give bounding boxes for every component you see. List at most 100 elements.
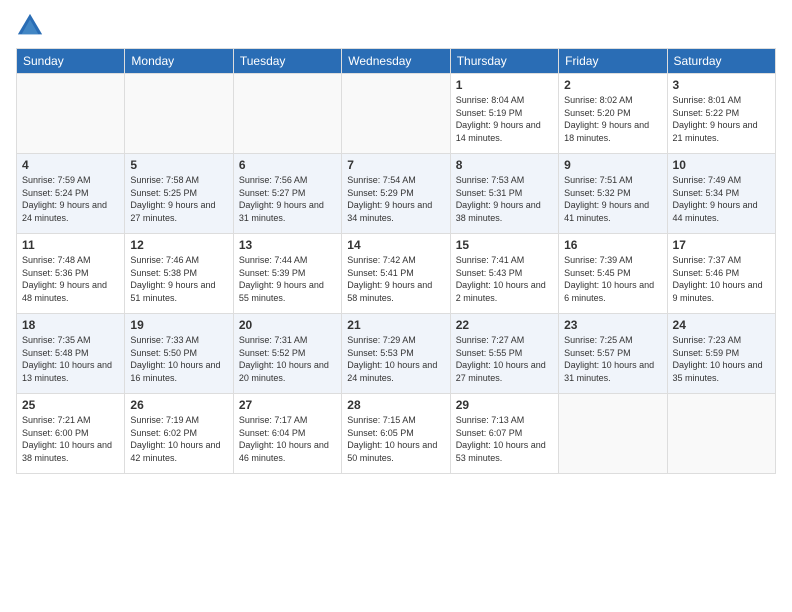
- calendar-cell: 7Sunrise: 7:54 AMSunset: 5:29 PMDaylight…: [342, 154, 450, 234]
- weekday-header: Thursday: [450, 49, 558, 74]
- calendar-cell: 6 Sunrise: 7:56 AMSunset: 5:27 PMDaylight…: [233, 154, 341, 234]
- day-number: 18: [22, 318, 119, 332]
- calendar-cell: 9 Sunrise: 7:51 AMSunset: 5:32 PMDaylight…: [559, 154, 667, 234]
- day-info: Sunrise: 7:41 AMSunset: 5:43 PMDaylight:…: [456, 254, 553, 304]
- calendar-cell: 1 Sunrise: 8:04 AMSunset: 5:19 PMDaylight…: [450, 74, 558, 154]
- weekday-header-row: SundayMondayTuesdayWednesdayThursdayFrid…: [17, 49, 776, 74]
- calendar-cell: 29 Sunrise: 7:13 AMSunset: 6:07 PMDayligh…: [450, 394, 558, 474]
- calendar-cell: [125, 74, 233, 154]
- day-number: 4: [22, 158, 119, 172]
- weekday-header: Monday: [125, 49, 233, 74]
- day-info: Sunrise: 7:42 AMSunset: 5:41 PMDaylight:…: [347, 254, 444, 304]
- day-info: Sunrise: 7:46 AMSunset: 5:38 PMDaylight:…: [130, 254, 227, 304]
- calendar-cell: 20 Sunrise: 7:31 AMSunset: 5:52 PMDayligh…: [233, 314, 341, 394]
- day-number: 17: [673, 238, 770, 252]
- calendar: SundayMondayTuesdayWednesdayThursdayFrid…: [16, 48, 776, 474]
- calendar-cell: 12 Sunrise: 7:46 AMSunset: 5:38 PMDayligh…: [125, 234, 233, 314]
- day-info: Sunrise: 7:53 AMSunset: 5:31 PMDaylight:…: [456, 174, 553, 224]
- day-number: 11: [22, 238, 119, 252]
- day-number: 24: [673, 318, 770, 332]
- day-number: 21: [347, 318, 444, 332]
- day-info: Sunrise: 7:35 AMSunset: 5:48 PMDaylight:…: [22, 334, 119, 384]
- day-info: Sunrise: 7:17 AMSunset: 6:04 PMDaylight:…: [239, 414, 336, 464]
- day-info: Sunrise: 7:39 AMSunset: 5:45 PMDaylight:…: [564, 254, 661, 304]
- day-number: 25: [22, 398, 119, 412]
- calendar-cell: 2 Sunrise: 8:02 AMSunset: 5:20 PMDaylight…: [559, 74, 667, 154]
- calendar-cell: [342, 74, 450, 154]
- calendar-cell: [559, 394, 667, 474]
- weekday-header: Friday: [559, 49, 667, 74]
- day-info: Sunrise: 7:25 AMSunset: 5:57 PMDaylight:…: [564, 334, 661, 384]
- weekday-header: Wednesday: [342, 49, 450, 74]
- day-number: 15: [456, 238, 553, 252]
- day-number: 9: [564, 158, 661, 172]
- calendar-cell: 26 Sunrise: 7:19 AMSunset: 6:02 PMDayligh…: [125, 394, 233, 474]
- weekday-header: Sunday: [17, 49, 125, 74]
- day-number: 27: [239, 398, 336, 412]
- weekday-header: Tuesday: [233, 49, 341, 74]
- calendar-week-row: 18 Sunrise: 7:35 AMSunset: 5:48 PMDayligh…: [17, 314, 776, 394]
- calendar-cell: 27 Sunrise: 7:17 AMSunset: 6:04 PMDayligh…: [233, 394, 341, 474]
- logo: [16, 12, 48, 40]
- day-info: Sunrise: 8:01 AMSunset: 5:22 PMDaylight:…: [673, 94, 770, 144]
- header: [16, 12, 776, 40]
- calendar-week-row: 11Sunrise: 7:48 AMSunset: 5:36 PMDayligh…: [17, 234, 776, 314]
- calendar-week-row: 4Sunrise: 7:59 AMSunset: 5:24 PMDaylight…: [17, 154, 776, 234]
- day-info: Sunrise: 7:58 AMSunset: 5:25 PMDaylight:…: [130, 174, 227, 224]
- calendar-cell: 8 Sunrise: 7:53 AMSunset: 5:31 PMDaylight…: [450, 154, 558, 234]
- day-info: Sunrise: 7:31 AMSunset: 5:52 PMDaylight:…: [239, 334, 336, 384]
- calendar-week-row: 1 Sunrise: 8:04 AMSunset: 5:19 PMDaylight…: [17, 74, 776, 154]
- day-info: Sunrise: 7:21 AMSunset: 6:00 PMDaylight:…: [22, 414, 119, 464]
- day-info: Sunrise: 7:23 AMSunset: 5:59 PMDaylight:…: [673, 334, 770, 384]
- day-info: Sunrise: 7:27 AMSunset: 5:55 PMDaylight:…: [456, 334, 553, 384]
- calendar-cell: 25 Sunrise: 7:21 AMSunset: 6:00 PMDayligh…: [17, 394, 125, 474]
- calendar-cell: 15 Sunrise: 7:41 AMSunset: 5:43 PMDayligh…: [450, 234, 558, 314]
- day-info: Sunrise: 8:02 AMSunset: 5:20 PMDaylight:…: [564, 94, 661, 144]
- day-number: 22: [456, 318, 553, 332]
- day-info: Sunrise: 7:56 AMSunset: 5:27 PMDaylight:…: [239, 174, 336, 224]
- day-info: Sunrise: 7:13 AMSunset: 6:07 PMDaylight:…: [456, 414, 553, 464]
- calendar-cell: [17, 74, 125, 154]
- day-number: 28: [347, 398, 444, 412]
- day-number: 3: [673, 78, 770, 92]
- calendar-cell: 18 Sunrise: 7:35 AMSunset: 5:48 PMDayligh…: [17, 314, 125, 394]
- day-info: Sunrise: 7:19 AMSunset: 6:02 PMDaylight:…: [130, 414, 227, 464]
- day-number: 5: [130, 158, 227, 172]
- calendar-cell: 17Sunrise: 7:37 AMSunset: 5:46 PMDayligh…: [667, 234, 775, 314]
- day-number: 20: [239, 318, 336, 332]
- logo-icon: [16, 12, 44, 40]
- day-number: 16: [564, 238, 661, 252]
- day-number: 29: [456, 398, 553, 412]
- page: SundayMondayTuesdayWednesdayThursdayFrid…: [0, 0, 792, 612]
- calendar-cell: 16 Sunrise: 7:39 AMSunset: 5:45 PMDayligh…: [559, 234, 667, 314]
- day-info: Sunrise: 7:29 AMSunset: 5:53 PMDaylight:…: [347, 334, 444, 384]
- calendar-cell: 13 Sunrise: 7:44 AMSunset: 5:39 PMDayligh…: [233, 234, 341, 314]
- day-number: 10: [673, 158, 770, 172]
- day-number: 12: [130, 238, 227, 252]
- day-info: Sunrise: 7:54 AMSunset: 5:29 PMDaylight:…: [347, 174, 444, 224]
- day-number: 8: [456, 158, 553, 172]
- calendar-cell: [233, 74, 341, 154]
- day-number: 2: [564, 78, 661, 92]
- calendar-cell: 5 Sunrise: 7:58 AMSunset: 5:25 PMDaylight…: [125, 154, 233, 234]
- weekday-header: Saturday: [667, 49, 775, 74]
- day-number: 6: [239, 158, 336, 172]
- calendar-cell: 11Sunrise: 7:48 AMSunset: 5:36 PMDayligh…: [17, 234, 125, 314]
- day-info: Sunrise: 7:33 AMSunset: 5:50 PMDaylight:…: [130, 334, 227, 384]
- calendar-week-row: 25 Sunrise: 7:21 AMSunset: 6:00 PMDayligh…: [17, 394, 776, 474]
- day-info: Sunrise: 7:44 AMSunset: 5:39 PMDaylight:…: [239, 254, 336, 304]
- day-info: Sunrise: 7:49 AMSunset: 5:34 PMDaylight:…: [673, 174, 770, 224]
- day-number: 26: [130, 398, 227, 412]
- day-info: Sunrise: 7:51 AMSunset: 5:32 PMDaylight:…: [564, 174, 661, 224]
- day-info: Sunrise: 7:15 AMSunset: 6:05 PMDaylight:…: [347, 414, 444, 464]
- calendar-cell: 4Sunrise: 7:59 AMSunset: 5:24 PMDaylight…: [17, 154, 125, 234]
- day-number: 13: [239, 238, 336, 252]
- calendar-cell: 10 Sunrise: 7:49 AMSunset: 5:34 PMDayligh…: [667, 154, 775, 234]
- calendar-cell: 23 Sunrise: 7:25 AMSunset: 5:57 PMDayligh…: [559, 314, 667, 394]
- calendar-cell: 19Sunrise: 7:33 AMSunset: 5:50 PMDayligh…: [125, 314, 233, 394]
- day-info: Sunrise: 8:04 AMSunset: 5:19 PMDaylight:…: [456, 94, 553, 144]
- calendar-cell: 24 Sunrise: 7:23 AMSunset: 5:59 PMDayligh…: [667, 314, 775, 394]
- day-number: 23: [564, 318, 661, 332]
- day-number: 1: [456, 78, 553, 92]
- calendar-cell: 14Sunrise: 7:42 AMSunset: 5:41 PMDayligh…: [342, 234, 450, 314]
